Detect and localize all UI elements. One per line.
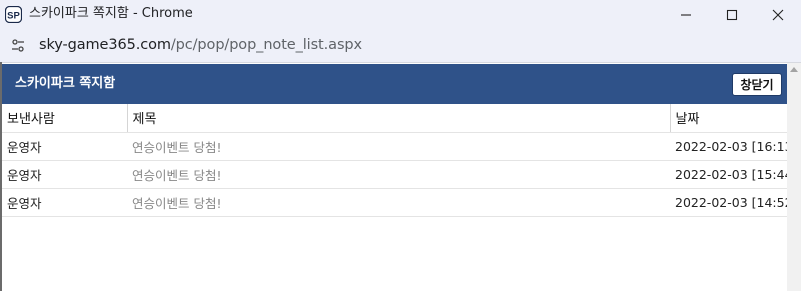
site-info-icon[interactable] (9, 37, 27, 55)
row-date: 2022-02-03 [14:52] (670, 188, 787, 217)
row-date: 2022-02-03 [15:44] (670, 160, 787, 189)
address-bar[interactable]: sky-game365.com/pc/pop/pop_note_list.asp… (0, 29, 801, 62)
page-title: 스카이파크 쪽지함 (15, 76, 116, 91)
close-icon (772, 9, 784, 20)
close-window-button[interactable]: 창닫기 (732, 73, 782, 96)
table-header-row: 보낸사람 제목 날짜 (2, 104, 787, 133)
url-host: sky-game365.com (39, 37, 171, 53)
maximize-icon (726, 9, 738, 20)
row-sender: 운영자 (2, 188, 127, 217)
vertical-scrollbar[interactable] (787, 63, 801, 291)
close-button[interactable] (755, 0, 801, 29)
scroll-up-arrow-icon[interactable] (790, 67, 798, 72)
window-title-bar: SP 스카이파크 쪽지함 - Chrome (0, 0, 801, 29)
row-sender: 운영자 (2, 132, 127, 161)
notes-table: 보낸사람 제목 날짜 운영자 연승이벤트 당첨! 2022-02-03 [16:… (2, 104, 787, 217)
table-row[interactable]: 운영자 연승이벤트 당첨! 2022-02-03 [15:44] (2, 160, 787, 189)
url-text[interactable]: sky-game365.com/pc/pop/pop_note_list.asp… (39, 36, 362, 54)
column-header-date[interactable]: 날짜 (669, 104, 787, 133)
minimize-icon (681, 13, 691, 16)
row-date: 2022-02-03 [16:13] (670, 132, 787, 161)
svg-text:SP: SP (7, 11, 20, 22)
column-header-subject[interactable]: 제목 (126, 104, 670, 133)
window-title: 스카이파크 쪽지함 - Chrome (29, 6, 193, 21)
maximize-button[interactable] (709, 0, 755, 29)
table-row[interactable]: 운영자 연승이벤트 당첨! 2022-02-03 [14:52] (2, 188, 787, 217)
minimize-button[interactable] (663, 0, 709, 29)
row-subject-link[interactable]: 연승이벤트 당첨! (127, 160, 670, 189)
column-header-sender[interactable]: 보낸사람 (2, 104, 127, 133)
row-sender: 운영자 (2, 160, 127, 189)
url-path: /pc/pop/pop_note_list.aspx (170, 37, 362, 53)
sp-logo-icon: SP (5, 6, 22, 23)
row-subject-link[interactable]: 연승이벤트 당첨! (127, 132, 670, 161)
notes-header: 스카이파크 쪽지함 창닫기 (2, 64, 787, 104)
table-row[interactable]: 운영자 연승이벤트 당첨! 2022-02-03 [16:13] (2, 132, 787, 161)
row-subject-link[interactable]: 연승이벤트 당첨! (127, 188, 670, 217)
